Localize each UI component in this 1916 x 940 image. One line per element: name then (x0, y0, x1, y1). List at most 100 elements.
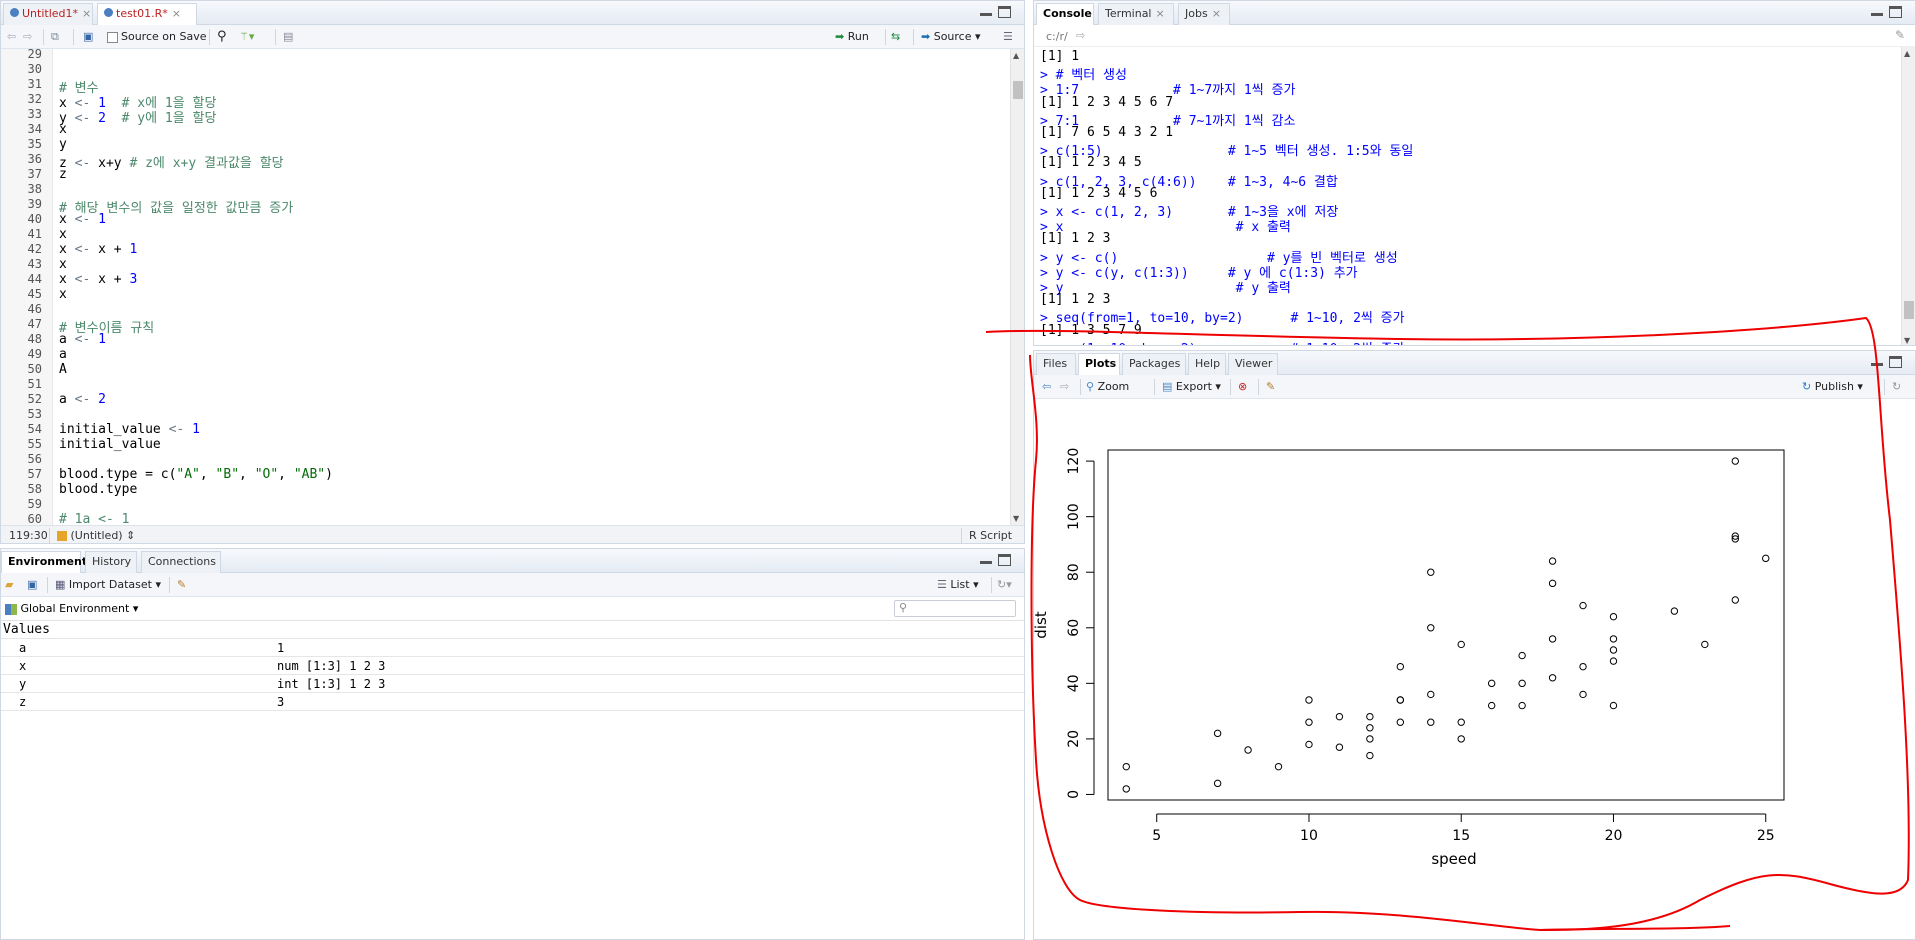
data-point (1427, 690, 1435, 699)
tab-help[interactable]: Help (1188, 353, 1226, 375)
search-icon[interactable]: ⚲ (217, 28, 227, 46)
data-point (1427, 568, 1435, 576)
console-window-buttons (1871, 6, 1907, 20)
tab-files[interactable]: Files (1036, 353, 1076, 375)
close-tab-icon[interactable]: × (172, 7, 181, 20)
clear-plots-icon[interactable]: ✎ (1266, 378, 1275, 396)
tab-history[interactable]: History (85, 551, 137, 573)
forward-arrow-icon[interactable]: ⇨ (23, 28, 32, 46)
scatter-plot: 5 10 15 20 25 0 20 40 60 80 100 120 speed dist (1034, 448, 1785, 868)
close-tab-icon[interactable]: × (1156, 7, 1165, 20)
tab-environment[interactable]: Environment (1, 551, 87, 573)
global-env-select[interactable]: Global Environment ▾ (5, 602, 138, 615)
maximize-icon[interactable] (998, 6, 1011, 18)
environment-pane: Environment History Connections ▰ ▣ ▦ Im… (0, 548, 1025, 940)
editor-scrollbar[interactable]: ▲ ▼ (1010, 49, 1024, 525)
console-output-line: [1] 1 2 3 4 5 6 7 (1040, 94, 1174, 110)
environment-row[interactable]: x num [1:3] 1 2 3 (1, 657, 1024, 675)
y-tick-label: 120 (1066, 448, 1082, 475)
data-point (1396, 696, 1405, 704)
import-dataset-button[interactable]: ▦ Import Dataset ▾ (55, 576, 161, 594)
run-button[interactable]: ➡ Run (835, 28, 869, 46)
tab-packages[interactable]: Packages (1122, 353, 1186, 375)
publish-button[interactable]: ↻ Publish ▾ (1802, 378, 1863, 396)
publish-icon: ↻ (1802, 380, 1812, 393)
show-in-window-icon[interactable]: ⧉ (51, 28, 59, 46)
tab-connections[interactable]: Connections (141, 551, 221, 573)
divider (49, 528, 50, 543)
minimize-icon[interactable] (1871, 13, 1883, 16)
remove-plot-icon[interactable]: ⊗ (1238, 378, 1247, 396)
code-line: y (59, 137, 67, 152)
environment-search-input[interactable]: ⚲ (894, 600, 1016, 617)
data-point (1548, 579, 1557, 588)
tab-viewer[interactable]: Viewer (1228, 353, 1278, 375)
source-tabbar: Untitled1* × test01.R* × (1, 1, 1024, 25)
tab-plots[interactable]: Plots (1078, 353, 1120, 375)
variable-value: int [1:3] 1 2 3 (277, 677, 386, 691)
data-point (1213, 729, 1222, 738)
tab-jobs[interactable]: Jobs × (1178, 3, 1230, 25)
maximize-icon[interactable] (1889, 356, 1902, 368)
tab-test01[interactable]: test01.R* × (97, 3, 197, 25)
zoom-button[interactable]: ⚲ Zoom (1086, 378, 1129, 396)
scroll-down-icon[interactable]: ▼ (1904, 336, 1910, 345)
scroll-up-icon[interactable]: ▲ (1013, 51, 1019, 60)
next-plot-icon[interactable]: ⇨ (1060, 378, 1069, 396)
tab-terminal[interactable]: Terminal × (1098, 3, 1174, 25)
divider (1884, 379, 1885, 395)
code-line: blood.type = c("A", "B", "O", "AB") (59, 467, 333, 482)
console-output-line: [1] 1 2 3 4 5 6 (1040, 185, 1158, 201)
go-to-directory-icon[interactable]: ⇨ (1076, 29, 1085, 42)
code-line: a <- 2 (59, 392, 106, 407)
environment-row[interactable]: y int [1:3] 1 2 3 (1, 675, 1024, 693)
code-line: initial_value <- 1 (59, 422, 200, 437)
minimize-icon[interactable] (980, 13, 992, 16)
previous-plot-icon[interactable]: ⇦ (1042, 378, 1051, 396)
clear-console-icon[interactable]: ✎ (1895, 28, 1905, 42)
console-output[interactable]: [1] 1 > # 벡터 생성 > 1:7 # 1~7까지 1씩 증가 [1] 1 2… (1034, 47, 1900, 345)
filetype-indicator[interactable]: R Script ⇕ (969, 529, 1024, 543)
console-output-line: [1] 7 6 5 4 3 2 1 (1040, 125, 1174, 140)
maximize-icon[interactable] (998, 554, 1011, 566)
open-folder-icon[interactable]: ▰ (5, 576, 13, 594)
environment-row[interactable]: a1 (1, 639, 1024, 657)
scroll-down-icon[interactable]: ▼ (1013, 514, 1019, 523)
source-button[interactable]: ➡ Source ▾ (921, 28, 981, 46)
close-tab-icon[interactable]: × (82, 7, 91, 20)
refresh-plot-icon[interactable]: ↻ (1892, 378, 1901, 396)
scope-indicator[interactable]: (Untitled) ⇕ (57, 529, 135, 542)
working-directory[interactable]: c:/r/ (1046, 30, 1068, 43)
export-button[interactable]: ▤ Export ▾ (1162, 378, 1221, 396)
console-input-line: > seq(1, 10, by = 2) # 1~10, 2씩 증가 (1040, 338, 1405, 345)
minimize-icon[interactable] (1871, 363, 1883, 366)
scroll-up-icon[interactable]: ▲ (1904, 49, 1910, 58)
source-window-buttons (980, 6, 1016, 20)
rerun-icon[interactable]: ⇆ (891, 28, 900, 46)
export-label: Export (1175, 380, 1212, 393)
environment-row[interactable]: z3 (1, 693, 1024, 711)
code-line: x (59, 227, 67, 242)
outline-icon[interactable]: ☰ (1003, 28, 1013, 46)
compile-report-icon[interactable]: ▤ (283, 28, 293, 46)
code-editor[interactable]: # 변수 x <- 1 # x에 1을 할당 y <- 2 # y에 1을 할당 x y… (1, 49, 1009, 525)
back-arrow-icon[interactable]: ⇦ (7, 28, 16, 46)
code-line: a (59, 347, 67, 362)
save-icon[interactable]: ▣ (83, 28, 93, 46)
refresh-icon[interactable]: ↻▾ (997, 576, 1012, 594)
tab-console[interactable]: Console (1036, 3, 1094, 25)
close-tab-icon[interactable]: × (1212, 7, 1221, 20)
data-point (1122, 785, 1130, 793)
scroll-thumb[interactable] (1013, 81, 1023, 99)
save-workspace-icon[interactable]: ▣ (27, 576, 37, 594)
magic-wand-icon[interactable]: ⚚▾ (239, 28, 254, 46)
data-point (1366, 712, 1374, 721)
scroll-thumb[interactable] (1904, 301, 1914, 319)
minimize-icon[interactable] (980, 561, 992, 564)
list-view-button[interactable]: ☰ List ▾ (937, 576, 979, 594)
broom-icon[interactable]: ✎ (177, 576, 186, 594)
tab-untitled1[interactable]: Untitled1* × (3, 3, 93, 25)
console-scrollbar[interactable]: ▲ ▼ (1901, 47, 1915, 345)
source-on-save-checkbox[interactable]: Source on Save (107, 28, 206, 46)
maximize-icon[interactable] (1889, 6, 1902, 18)
